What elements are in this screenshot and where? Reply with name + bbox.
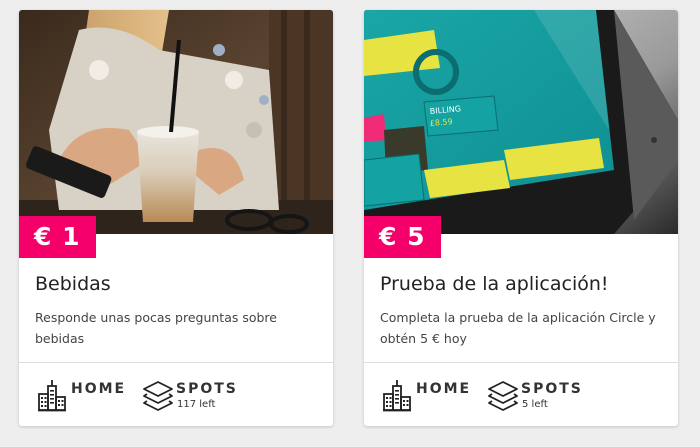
offer-title[interactable]: Bebidas — [35, 273, 111, 295]
offer-description: Responde unas pocas preguntas sobre bebi… — [35, 310, 277, 346]
home-label: HOME — [416, 381, 472, 397]
price-badge: € 1 — [19, 216, 96, 258]
offer-image[interactable] — [19, 10, 333, 234]
layers-stack-icon — [488, 381, 518, 411]
spots-label: SPOTS — [521, 381, 583, 397]
city-buildings-icon — [383, 380, 411, 412]
offer-title[interactable]: Prueba de la aplicación! — [380, 273, 609, 295]
city-buildings-icon — [38, 380, 66, 412]
spots-left-count: 5 left — [522, 399, 548, 410]
offer-footer: HOME SPOTS 117 left — [19, 362, 333, 426]
offer-footer: HOME SPOTS 5 left — [364, 362, 678, 426]
offer-description: Completa la prueba de la aplicación Circ… — [380, 310, 656, 346]
price-badge: € 5 — [364, 216, 441, 258]
layers-stack-icon — [143, 381, 173, 411]
spots-left-count: 117 left — [177, 399, 216, 410]
offer-card[interactable]: BILLING £8.59 € 5 Prueba de la aplicació… — [364, 10, 678, 426]
spots-label: SPOTS — [176, 381, 238, 397]
offer-card[interactable]: € 1 Bebidas Responde unas pocas pregunta… — [19, 10, 333, 426]
home-label: HOME — [71, 381, 127, 397]
offer-image[interactable]: BILLING £8.59 — [364, 10, 678, 234]
